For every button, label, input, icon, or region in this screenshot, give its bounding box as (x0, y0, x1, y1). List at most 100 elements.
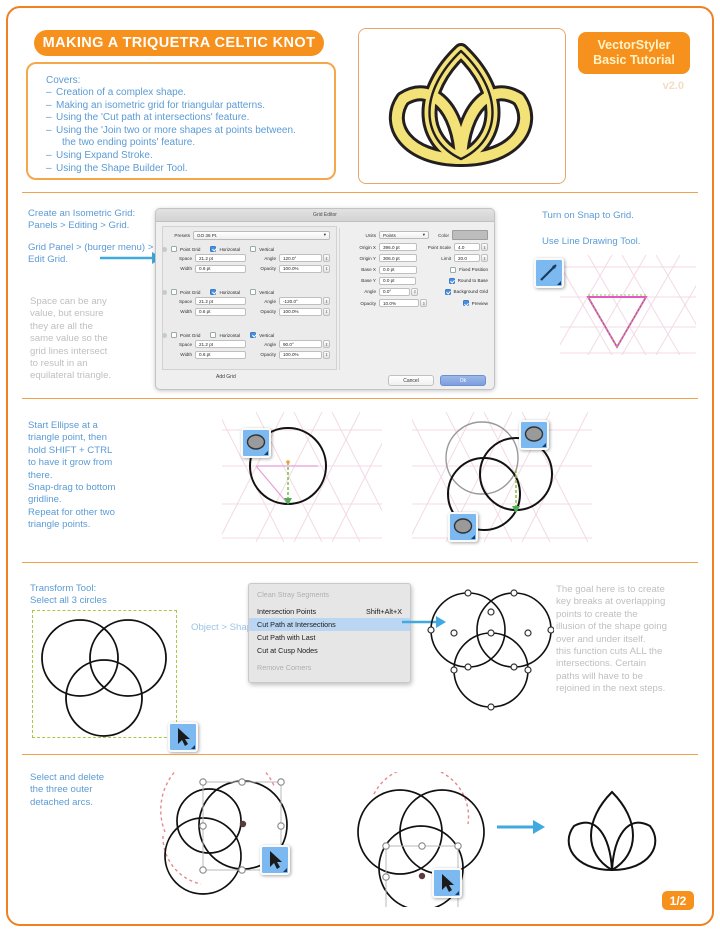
round-to-base-checkbox[interactable]: Round to Base (448, 277, 488, 284)
horizontal-checkbox[interactable]: Horizontal (210, 289, 240, 295)
point-scale-input[interactable]: 4.0 (454, 243, 480, 252)
divider (22, 398, 698, 399)
angle-row: Angle 0.0° ⇕ Background Grid (346, 287, 488, 296)
limit-input[interactable]: 20.0 (454, 254, 480, 263)
grid-row[interactable]: Point Grid Horizontal Vertical Space 21.2… (162, 289, 330, 316)
grid-color-swatch[interactable] (452, 230, 488, 240)
opacity-label: Opacity (260, 309, 276, 315)
width-input[interactable]: 0.6 pt (195, 350, 246, 359)
selection-pointer-icon[interactable] (432, 868, 462, 898)
ok-button[interactable]: Ok (440, 375, 486, 386)
angle-input[interactable]: 90.0° (279, 340, 322, 349)
menu-item-label: Cut Path at Intersections (257, 620, 336, 629)
angle-stepper[interactable]: ⇕ (323, 340, 330, 349)
menu-item-cut-at-cusp-nodes[interactable]: Cut at Cusp Nodes (249, 644, 410, 657)
fixed-position-checkbox[interactable]: Fixed Position (450, 266, 489, 273)
angle-label: Angle (364, 289, 376, 295)
row-handle-icon[interactable] (162, 289, 167, 295)
round-to-base-label: Round to Base (457, 278, 488, 284)
row-handle-icon[interactable] (162, 246, 167, 252)
origin-y-row: Origin Y 306.0 pt Limit 20.0 ⇕ (346, 254, 488, 263)
preview-checkbox[interactable]: Preview (462, 300, 488, 307)
width-input[interactable]: 0.6 pt (195, 264, 246, 273)
units-row: Units Points ▾ Color (346, 230, 488, 240)
width-input[interactable]: 0.6 pt (195, 307, 246, 316)
angle-input[interactable]: 120.0° (279, 254, 322, 263)
vertical-checkbox[interactable]: Vertical (250, 289, 274, 295)
divider (22, 754, 698, 755)
add-grid-button[interactable]: Add Grid (216, 374, 236, 380)
menu-item-cut-path-at-intersections[interactable]: Cut Path at Intersections (249, 618, 410, 631)
angle-stepper[interactable]: ⇕ (323, 297, 330, 306)
vertical-checkbox[interactable]: Vertical (250, 332, 274, 338)
point-scale-label: Point Scale (427, 244, 451, 250)
row-handle-icon[interactable] (162, 332, 167, 338)
cancel-button[interactable]: Cancel (388, 375, 434, 386)
vertical-checkbox[interactable]: Vertical (250, 246, 274, 252)
opacity-stepper[interactable]: ⇕ (323, 307, 330, 316)
covers-label: Covers: (46, 75, 81, 86)
point-grid-checkbox[interactable]: Point Grid (171, 246, 200, 252)
space-input[interactable]: 21.2 pt (195, 297, 246, 306)
opacity-input[interactable]: 100.0% (279, 350, 322, 359)
line-drawing-tool-icon[interactable] (534, 258, 564, 288)
units-dropdown[interactable]: Points ▾ (379, 230, 429, 240)
delete-arcs-diagram-1 (160, 772, 288, 895)
opacity-input[interactable]: 100.0% (279, 264, 322, 273)
brand-badge: VectorStyler Basic Tutorial (578, 32, 690, 74)
preview-label: Preview (471, 300, 488, 306)
background-grid-checkbox[interactable]: Background Grid (444, 288, 488, 295)
selection-pointer-icon[interactable] (168, 722, 198, 752)
angle-stepper[interactable]: ⇕ (323, 254, 330, 263)
space-input[interactable]: 21.2 pt (195, 254, 246, 263)
menu-item-cut-path-with-last[interactable]: Cut Path with Last (249, 631, 410, 644)
menu-item-intersection-points[interactable]: Intersection Points Shift+Alt+X (249, 605, 410, 618)
origin-x-input[interactable]: 396.0 pt (379, 243, 417, 252)
list-item: Creation of a complex shape. (46, 87, 334, 100)
point-grid-checkbox[interactable]: Point Grid (171, 289, 200, 295)
preset-dropdown[interactable]: GO 36 Pt. ▾ (193, 231, 330, 240)
base-y-input[interactable]: 0.0 pt (379, 276, 417, 285)
opacity-stepper[interactable]: ⇕ (323, 264, 330, 273)
origin-y-input[interactable]: 306.0 pt (379, 254, 417, 263)
opacity-stepper[interactable]: ⇕ (420, 299, 428, 308)
point-grid-checkbox[interactable]: Point Grid (171, 332, 200, 338)
ellipse-tool-icon[interactable] (519, 420, 549, 450)
limit-stepper[interactable]: ⇕ (481, 254, 488, 263)
horizontal-checkbox[interactable]: Horizontal (210, 332, 240, 338)
menu-item-label: Intersection Points (257, 607, 317, 616)
width-label: Width (180, 309, 192, 315)
list-item: Using Expand Stroke. (46, 150, 334, 163)
grid-row[interactable]: Point Grid Horizontal Vertical Space 21.2… (162, 246, 330, 273)
opacity-input[interactable]: 100.0% (279, 307, 322, 316)
menu-item-shortcut: Shift+Alt+X (366, 607, 402, 616)
grid-row[interactable]: Point Grid Horizontal Vertical Space 21.2… (162, 332, 330, 359)
space-input[interactable]: 21.2 pt (195, 340, 246, 349)
goal-note: The goal here is to create key breaks at… (556, 584, 667, 695)
covers-list: Creation of a complex shape. Making an i… (46, 87, 334, 175)
shape-context-menu[interactable]: Clean Stray Segments Intersection Points… (248, 583, 411, 683)
menu-item-clean-stray-segments: Clean Stray Segments (249, 588, 410, 601)
page-title-text: MAKING A TRIQUETRA CELTIC KNOT (42, 35, 316, 51)
horizontal-checkbox[interactable]: Horizontal (210, 246, 240, 252)
angle-input[interactable]: 0.0° (379, 287, 411, 296)
page-title: MAKING A TRIQUETRA CELTIC KNOT (34, 30, 324, 56)
ellipse-tool-icon[interactable] (448, 512, 478, 542)
ellipse-tool-icon[interactable] (241, 428, 271, 458)
grid-editor-dialog[interactable]: Grid Editor Presets GO 36 Pt. ▾ Point Gr… (155, 208, 495, 390)
horizontal-label: Horizontal (219, 332, 241, 338)
angle-input[interactable]: -120.0° (279, 297, 322, 306)
point-scale-stepper[interactable]: ⇕ (481, 243, 488, 252)
angle-label: Angle (264, 341, 276, 347)
fixed-position-label: Fixed Position (459, 267, 489, 273)
origin-x-row: Origin X 396.0 pt Point Scale 4.0 ⇕ (346, 243, 488, 252)
origin-y-label: Origin Y (359, 255, 376, 261)
angle-stepper[interactable]: ⇕ (411, 287, 419, 296)
units-label: Units (365, 232, 376, 238)
opacity-input[interactable]: 10.0% (379, 299, 420, 308)
opacity-row: Opacity 10.0% ⇕ Preview (346, 299, 488, 308)
opacity-stepper[interactable]: ⇕ (323, 350, 330, 359)
point-grid-label: Point Grid (180, 332, 201, 338)
selection-pointer-icon[interactable] (260, 845, 290, 875)
base-x-input[interactable]: 0.0 pt (379, 265, 418, 274)
